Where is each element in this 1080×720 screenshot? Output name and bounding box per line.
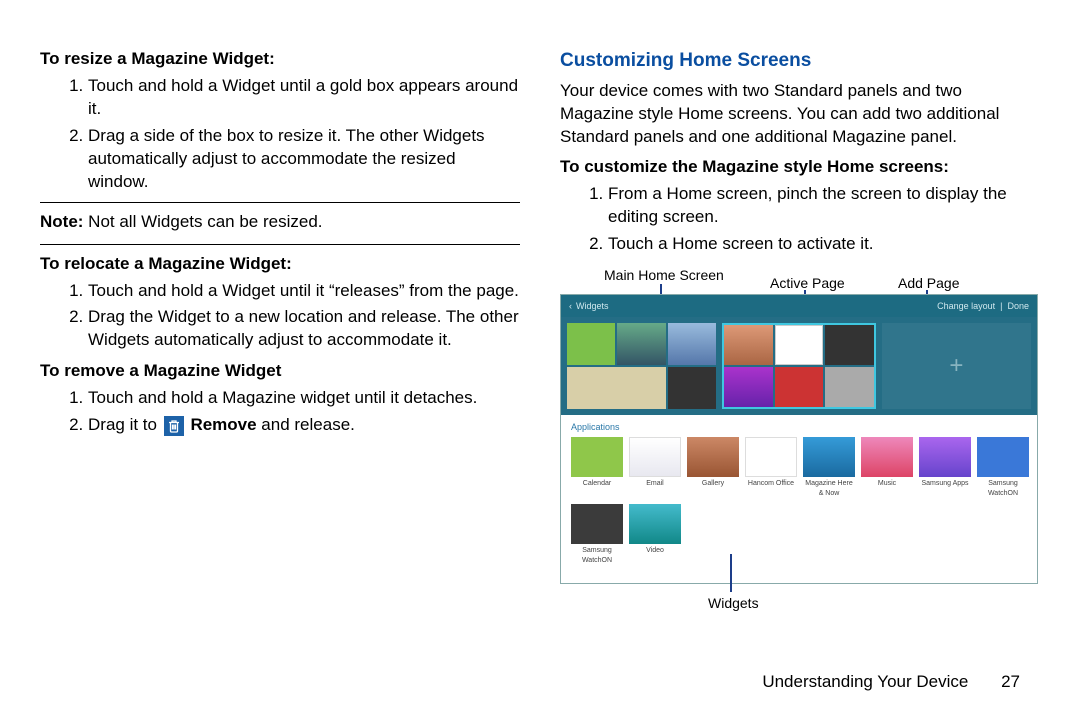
callout-add: Add Page <box>898 274 960 293</box>
widget-label: Samsung WatchON <box>988 480 1018 496</box>
widget-item: Email <box>629 437 681 498</box>
list-text: Drag a side of the box to resize it. The… <box>88 126 485 191</box>
widget-row-2: Samsung WatchON Video <box>571 504 1027 565</box>
widgets-area: Applications Calendar Email Gallery Hanc… <box>561 415 1037 575</box>
screenshot-header: ‹ Widgets Change layout | Done <box>561 295 1037 317</box>
note-line: Note: Not all Widgets can be resized. <box>40 211 520 234</box>
callout-labels-bottom: Widgets <box>560 584 1040 624</box>
remove-heading: To remove a Magazine Widget <box>40 360 520 383</box>
list-text: Touch a Home screen to activate it. <box>608 234 874 253</box>
resize-heading: To resize a Magazine Widget: <box>40 48 520 71</box>
widget-item: Samsung WatchON <box>571 504 623 565</box>
list-text: From a Home screen, pinch the screen to … <box>608 184 1007 226</box>
plus-icon: + <box>949 350 963 382</box>
list-text: Touch and hold a Widget until a gold box… <box>88 76 518 118</box>
callout-line <box>730 554 732 592</box>
add-page-panel: + <box>882 323 1031 409</box>
section-heading: Customizing Home Screens <box>560 48 1040 74</box>
widget-label: Samsung WatchON <box>582 547 612 563</box>
change-layout-link: Change layout <box>937 301 995 311</box>
divider <box>40 244 520 245</box>
widget-label: Video <box>646 547 664 554</box>
widget-row-1: Calendar Email Gallery Hancom Office Mag… <box>571 437 1027 498</box>
widget-item: Samsung Apps <box>919 437 971 498</box>
callout-main: Main Home Screen <box>604 266 724 285</box>
list-item: Drag the Widget to a new location and re… <box>88 306 520 352</box>
widget-label: Gallery <box>702 480 724 487</box>
widget-item: Video <box>629 504 681 565</box>
list-text: Drag the Widget to a new location and re… <box>88 307 519 349</box>
widget-label: Calendar <box>583 480 611 487</box>
divider <box>40 202 520 203</box>
widget-item: Hancom Office <box>745 437 797 498</box>
widget-item: Gallery <box>687 437 739 498</box>
note-text: Not all Widgets can be resized. <box>83 212 322 231</box>
header-title: Widgets <box>576 300 609 312</box>
widget-label: Magazine Here & Now <box>805 480 852 496</box>
active-page-panel <box>722 323 875 409</box>
list-item: Touch a Home screen to activate it. <box>608 233 1040 256</box>
done-link: Done <box>1007 301 1029 311</box>
customize-heading: To customize the Magazine style Home scr… <box>560 156 1040 179</box>
left-column: To resize a Magazine Widget: Touch and h… <box>40 40 520 624</box>
list-item: Drag it to Remove and release. <box>88 414 520 437</box>
list-text: Touch and hold a Magazine widget until i… <box>88 388 477 407</box>
callout-active: Active Page <box>770 274 845 293</box>
widget-item: Magazine Here & Now <box>803 437 855 498</box>
note-label: Note: <box>40 212 83 231</box>
widget-item: Samsung WatchON <box>977 437 1029 498</box>
footer-page-number: 27 <box>1001 672 1020 691</box>
list-item: Touch and hold a Magazine widget until i… <box>88 387 520 410</box>
page-footer: Understanding Your Device 27 <box>762 671 1020 694</box>
list-text: and release. <box>257 415 355 434</box>
panels-row: + <box>561 317 1037 415</box>
applications-label: Applications <box>571 421 1027 433</box>
remove-label: Remove <box>190 415 256 434</box>
relocate-list: Touch and hold a Widget until it “releas… <box>40 280 520 353</box>
list-text: Touch and hold a Widget until it “releas… <box>88 281 519 300</box>
trash-icon <box>164 416 184 436</box>
customize-list: From a Home screen, pinch the screen to … <box>560 183 1040 256</box>
widget-label: Music <box>878 480 896 487</box>
callout-widgets: Widgets <box>708 594 759 613</box>
right-column: Customizing Home Screens Your device com… <box>560 40 1040 624</box>
relocate-heading: To relocate a Magazine Widget: <box>40 253 520 276</box>
list-item: Touch and hold a Widget until a gold box… <box>88 75 520 121</box>
list-item: Touch and hold a Widget until it “releas… <box>88 280 520 303</box>
callout-labels-top: Main Home Screen Active Page Add Page <box>560 266 1040 294</box>
widget-item: Calendar <box>571 437 623 498</box>
intro-paragraph: Your device comes with two Standard pane… <box>560 80 1040 149</box>
widget-label: Hancom Office <box>748 480 794 487</box>
resize-list: Touch and hold a Widget until a gold box… <box>40 75 520 194</box>
widget-item: Music <box>861 437 913 498</box>
footer-chapter: Understanding Your Device <box>762 672 968 691</box>
device-screenshot: ‹ Widgets Change layout | Done <box>560 294 1038 584</box>
chevron-left-icon: ‹ <box>569 300 572 312</box>
main-home-panel <box>567 323 716 409</box>
widget-label: Email <box>646 480 664 487</box>
list-item: From a Home screen, pinch the screen to … <box>608 183 1040 229</box>
list-text: Drag it to <box>88 415 162 434</box>
remove-list: Touch and hold a Magazine widget until i… <box>40 387 520 437</box>
list-item: Drag a side of the box to resize it. The… <box>88 125 520 194</box>
widget-label: Samsung Apps <box>921 480 968 487</box>
